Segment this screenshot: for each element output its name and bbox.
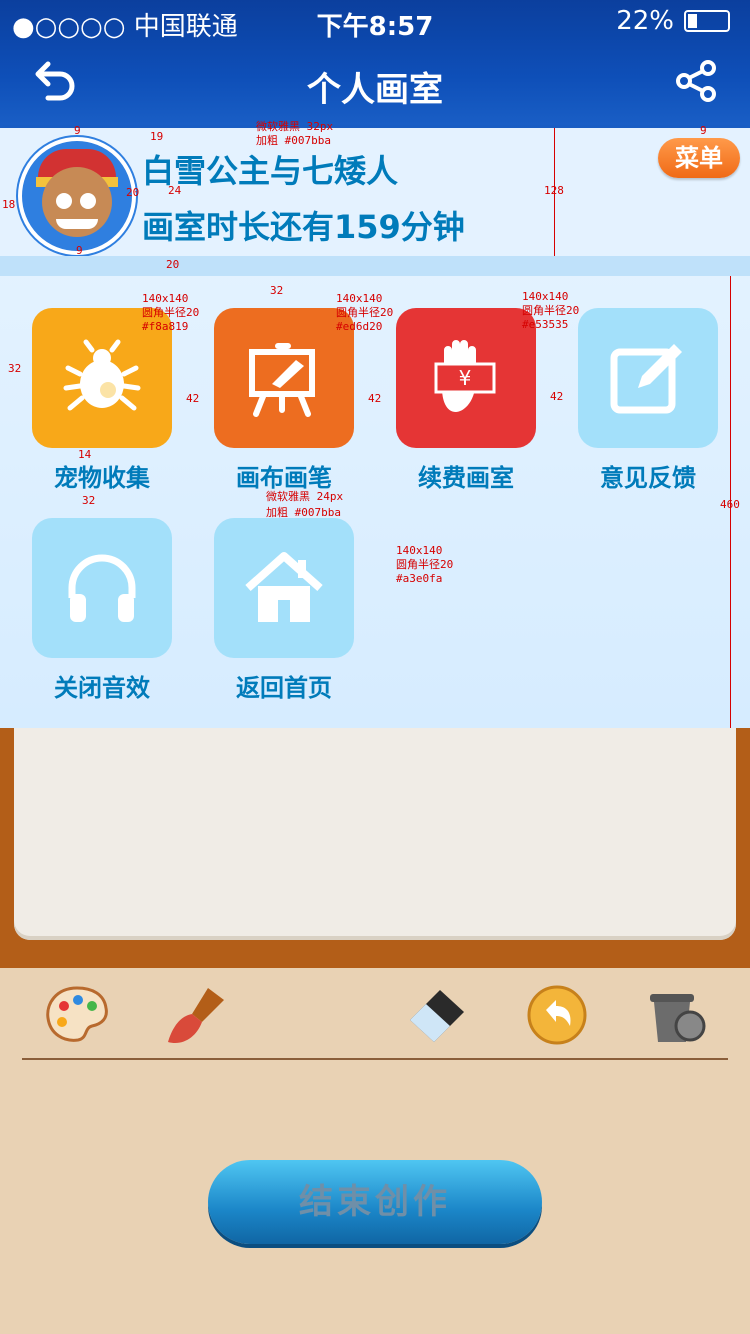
annotation-dim: 42 <box>186 392 200 405</box>
annotation-dim: 9 <box>74 124 81 137</box>
annotation-radius: 圆角半径20 <box>396 558 454 571</box>
home-icon <box>214 518 354 658</box>
annotation-dim: 20 <box>126 186 140 199</box>
eraser-icon[interactable] <box>402 980 472 1050</box>
annotation-dim: 42 <box>550 390 564 403</box>
annotation-radius: 圆角半径20 <box>142 306 200 319</box>
tile-canvas-brush[interactable]: 画布画笔 <box>214 308 354 492</box>
tile-label: 意见反馈 <box>600 464 696 492</box>
annotation-dim: 9 <box>76 244 83 257</box>
battery-percent: 22% <box>616 6 674 36</box>
annotation-color: #e53535 <box>522 318 569 331</box>
annotation-title-font: 微软雅黑 32px <box>256 120 334 133</box>
annotation-color: #ed6d20 <box>336 320 383 333</box>
annotation-size: 140x140 <box>522 290 569 303</box>
hand-money-icon: ¥ <box>396 308 536 448</box>
tool-bar <box>0 980 750 1050</box>
annotation-color: #a3e0fa <box>396 572 443 585</box>
trash-icon[interactable] <box>640 980 710 1050</box>
header-divider <box>0 256 750 276</box>
menu-button[interactable]: 菜单 <box>658 138 740 178</box>
annotation-label-color: 加粗 #007bba <box>266 506 341 519</box>
end-creation-button[interactable]: 结束创作 <box>208 1160 542 1244</box>
svg-text:¥: ¥ <box>459 366 472 390</box>
tile-label: 关闭音效 <box>54 674 150 702</box>
brush-icon[interactable] <box>162 980 232 1050</box>
annotation-title-color: 加粗 #007bba <box>256 134 331 147</box>
annotation-radius: 圆角半径20 <box>522 304 580 317</box>
tile-label: 返回首页 <box>236 674 332 702</box>
studio-panel: 白雪公主与七矮人 画室时长还有159分钟 菜单 宠物收集 画布画笔 ¥ 续费画室 <box>0 120 750 736</box>
annotation-dim: 19 <box>150 130 164 143</box>
tile-feedback[interactable]: 意见反馈 <box>578 308 718 492</box>
tile-pet-collection[interactable]: 宠物收集 <box>32 308 172 492</box>
avatar-eye <box>56 193 72 209</box>
tile-renew-studio[interactable]: ¥ 续费画室 <box>396 308 536 492</box>
annotation-size: 140x140 <box>396 544 443 557</box>
annotation-dim: 20 <box>166 258 180 271</box>
annotation-dim: 42 <box>368 392 382 405</box>
avatar-mouth <box>56 219 98 229</box>
annotation-dim: 32 <box>270 284 284 297</box>
measure-line <box>730 276 731 736</box>
annotation-label-font: 微软雅黑 24px <box>266 490 344 503</box>
annotation-dim: 18 <box>2 198 16 211</box>
drawing-canvas[interactable] <box>14 728 736 940</box>
battery-icon <box>684 10 730 32</box>
palette-icon[interactable] <box>42 980 112 1050</box>
tile-label: 续费画室 <box>418 464 514 492</box>
annotation-dim: 32 <box>8 362 22 375</box>
avatar-eye <box>80 193 96 209</box>
tile-home[interactable]: 返回首页 <box>214 518 354 702</box>
tool-divider <box>22 1058 728 1060</box>
avatar[interactable] <box>18 137 136 255</box>
annotation-size: 140x140 <box>336 292 383 305</box>
annotation-color: #f8a819 <box>142 320 189 333</box>
drawing-board-frame <box>0 728 750 968</box>
undo-icon[interactable] <box>522 980 592 1050</box>
annotation-dim: 24 <box>168 184 182 197</box>
annotation-radius: 圆角半径20 <box>336 306 394 319</box>
annotation-dim: 32 <box>82 494 96 507</box>
tile-label: 画布画笔 <box>236 464 332 492</box>
studio-header: 白雪公主与七矮人 画室时长还有159分钟 菜单 <box>0 128 750 256</box>
measure-line <box>554 128 555 256</box>
annotation-dim: 9 <box>700 124 707 137</box>
tile-sound-off[interactable]: 关闭音效 <box>32 518 172 702</box>
annotation-dim: 14 <box>78 448 92 461</box>
studio-time-remaining: 画室时长还有159分钟 <box>142 208 465 246</box>
easel-icon <box>214 308 354 448</box>
headphones-icon <box>32 518 172 658</box>
share-icon[interactable] <box>670 58 724 112</box>
status-bar: ●○○○○ 中国联通 下午8:57 22% <box>0 0 750 42</box>
top-bar: ●○○○○ 中国联通 下午8:57 22% 个人画室 <box>0 0 750 128</box>
battery-status: 22% <box>616 6 730 36</box>
page-title: 个人画室 <box>307 70 443 110</box>
annotation-size: 140x140 <box>142 292 189 305</box>
tile-label: 宠物收集 <box>54 464 150 492</box>
edit-icon <box>578 308 718 448</box>
